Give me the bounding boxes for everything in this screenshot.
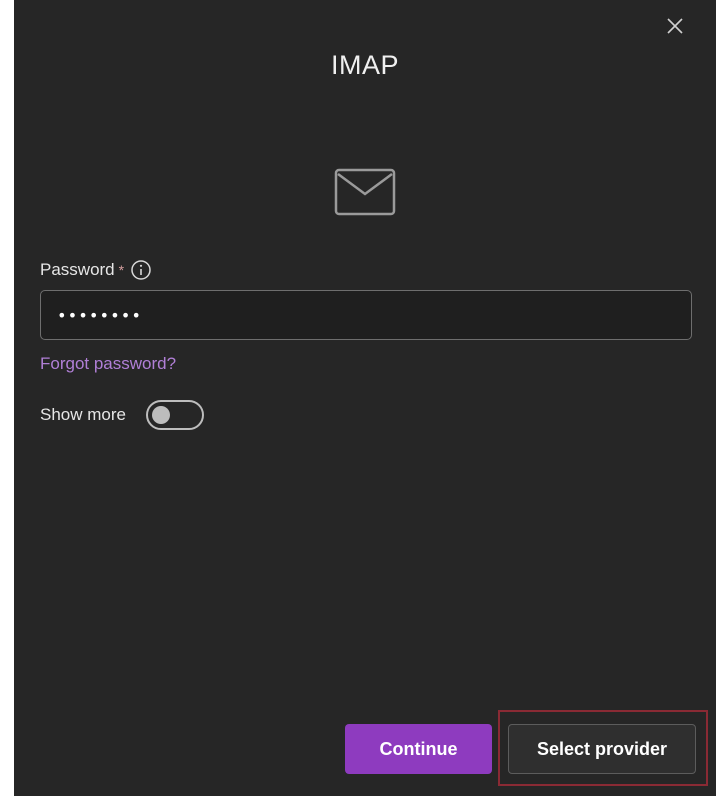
dialog-title: IMAP [330,50,399,80]
continue-button[interactable]: Continue [345,724,492,774]
show-more-toggle[interactable] [145,400,204,430]
mail-icon [334,168,396,216]
imap-dialog: IMAP Password * Forgot password? Show mo… [14,0,716,796]
toggle-knob [151,406,170,424]
select-provider-button[interactable]: Select provider [508,724,696,774]
info-icon[interactable] [130,259,152,281]
password-label: Password [40,260,115,279]
show-more-row: Show more [40,400,204,430]
close-icon [667,18,683,34]
show-more-label: Show more [40,405,126,424]
close-button[interactable] [659,10,691,42]
password-label-row: Password * [40,259,152,281]
required-marker: * [118,262,125,278]
password-field[interactable] [40,290,692,340]
forgot-password-link[interactable]: Forgot password? [40,354,176,374]
